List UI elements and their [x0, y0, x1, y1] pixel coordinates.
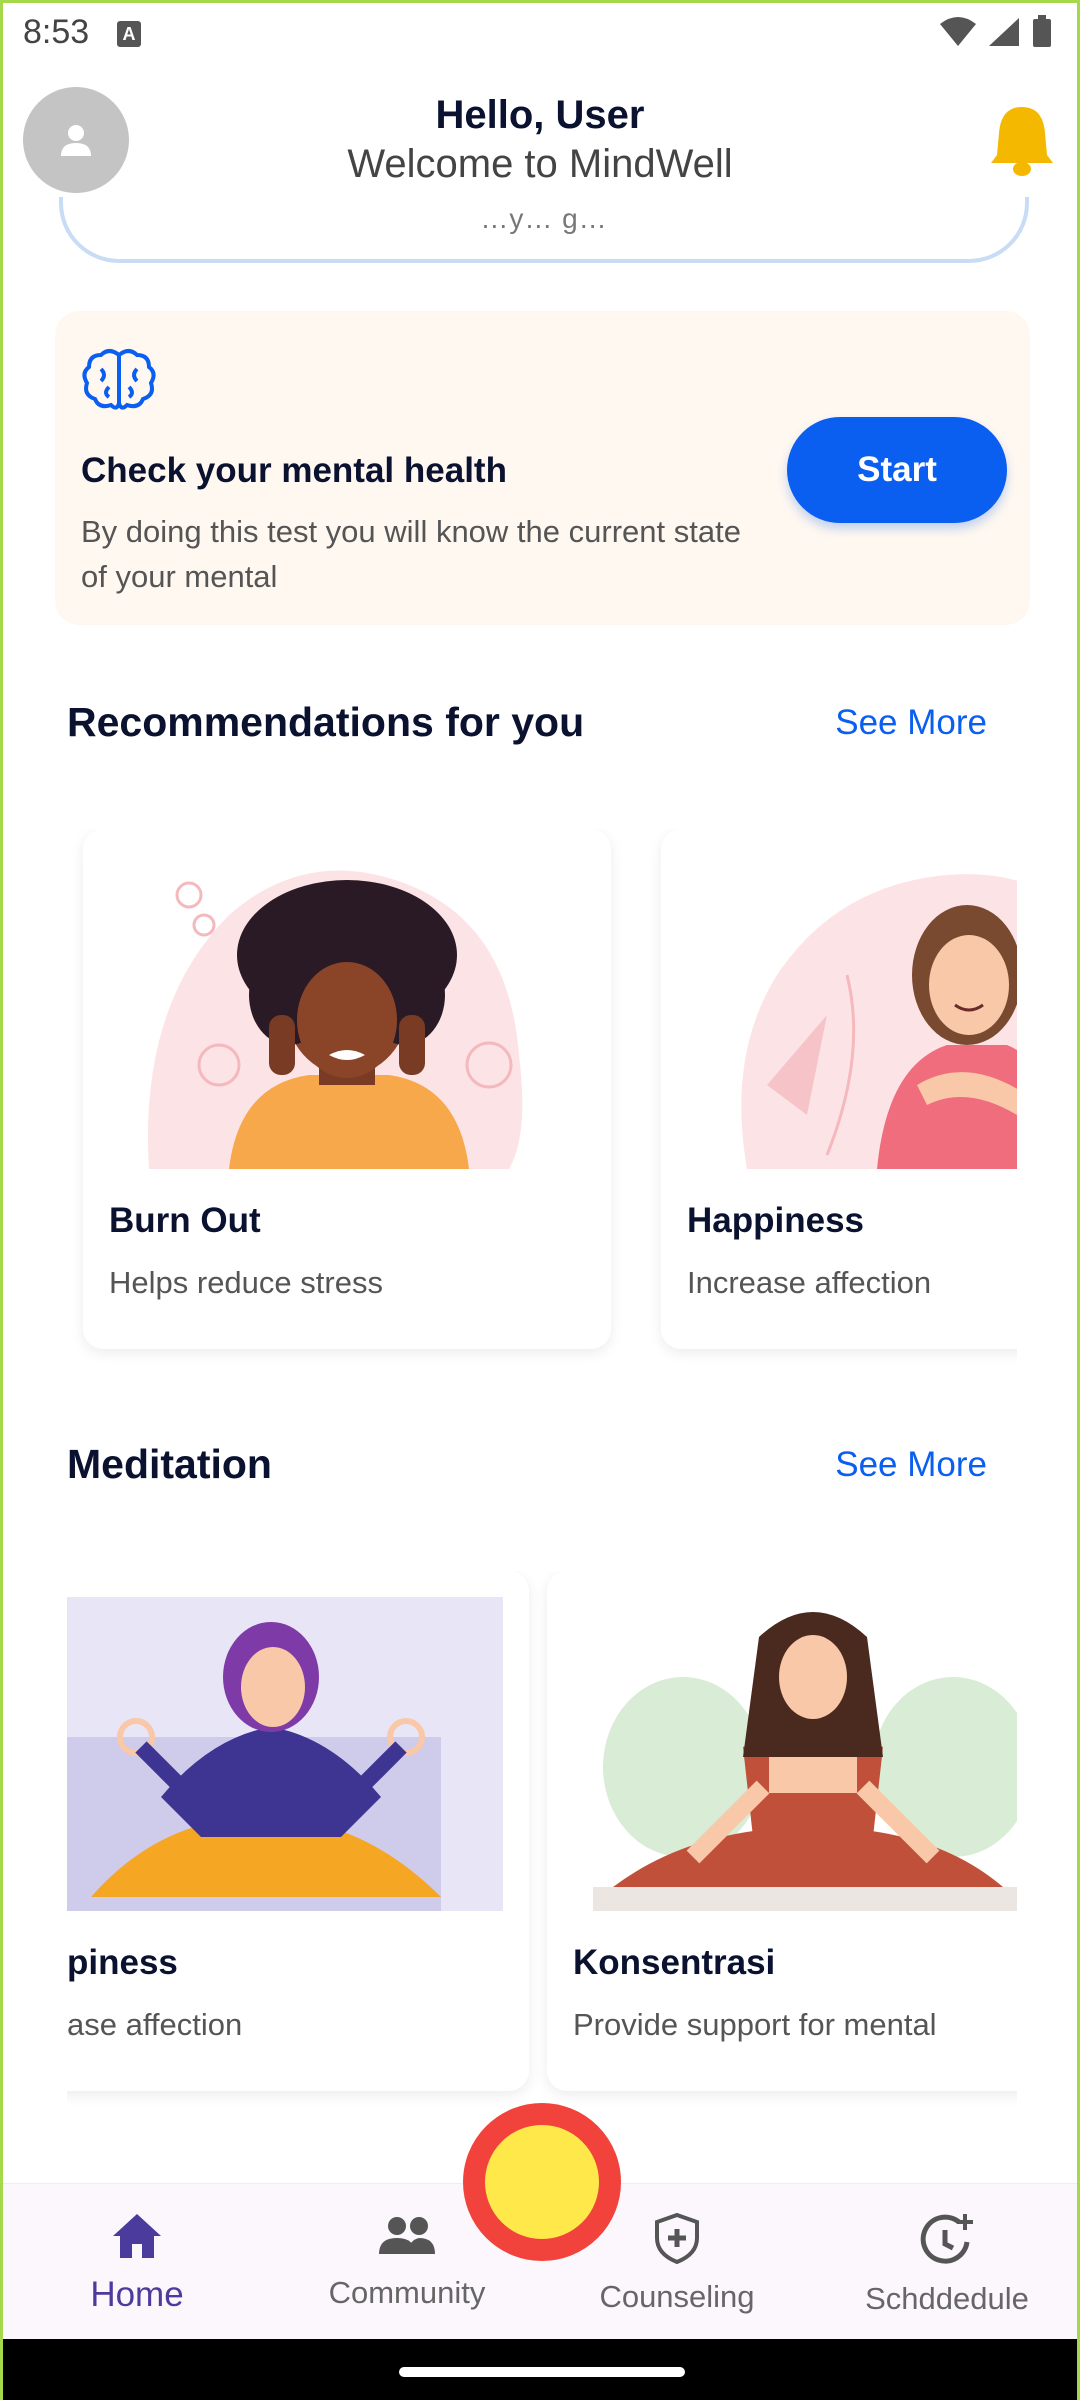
home-gesture-handle[interactable]: [399, 2367, 685, 2377]
app-frame: 8:53 A …y… g… Hello, User Welcome to Min…: [0, 0, 1080, 2400]
bell-icon[interactable]: [989, 103, 1055, 179]
konsentrasi-illustration: [573, 1597, 1017, 1911]
greeting-block: Hello, User Welcome to MindWell: [3, 93, 1077, 187]
signal-icon: [989, 18, 1019, 46]
nav-item-schedule[interactable]: Schddedule: [837, 2212, 1057, 2317]
status-icons: [939, 15, 1053, 49]
meditation-card-happiness[interactable]: piness ase affection: [67, 1571, 529, 2091]
nav-label: Counseling: [599, 2279, 755, 2314]
notification-a-icon: A: [117, 21, 141, 47]
meditation-see-more-link[interactable]: See More: [835, 1445, 987, 1485]
meditation-happiness-illustration: [67, 1597, 503, 1911]
recommendation-card-burn-out[interactable]: Burn Out Helps reduce stress: [83, 829, 611, 1349]
recommendations-carousel[interactable]: Burn Out Helps reduce stress Happiness I…: [67, 829, 1017, 1369]
nav-label: Community: [328, 2275, 486, 2310]
card-subtitle: Increase affection: [687, 1265, 932, 1300]
search-partial-text: …y… g…: [480, 203, 608, 234]
greeting-title: Hello, User: [435, 93, 645, 137]
floating-action-button[interactable]: [463, 2103, 621, 2261]
card-subtitle: ase affection: [67, 2007, 243, 2042]
mental-test-description: By doing this test you will know the cur…: [81, 514, 741, 594]
card-title: Happiness: [687, 1201, 864, 1240]
mental-test-title: Check your mental health: [81, 451, 507, 490]
shield-plus-icon: [655, 2212, 699, 2265]
meditation-title: Meditation: [67, 1441, 272, 1487]
card-subtitle: Helps reduce stress: [109, 1265, 383, 1300]
recommendations-see-more-link[interactable]: See More: [835, 703, 987, 743]
card-title: Burn Out: [109, 1201, 261, 1240]
burn-out-illustration: [109, 855, 585, 1169]
mental-test-card: Check your mental health By doing this t…: [55, 311, 1030, 625]
wifi-icon: [940, 17, 976, 46]
people-icon: [379, 2217, 435, 2254]
happiness-illustration: [687, 855, 1017, 1169]
meditation-carousel[interactable]: piness ase affection Konsentrasi Provide…: [67, 1571, 1017, 2111]
recommendations-title: Recommendations for you: [67, 699, 585, 745]
clock-plus-icon: [920, 2214, 973, 2264]
battery-icon: [1033, 15, 1051, 47]
nav-label: Schddedule: [865, 2281, 1029, 2316]
nav-label: Home: [90, 2275, 184, 2314]
nav-item-home[interactable]: Home: [27, 2212, 247, 2315]
meditation-header: Meditation See More: [67, 1441, 987, 1488]
recommendation-card-happiness[interactable]: Happiness Increase affection: [661, 829, 1017, 1349]
card-subtitle: Provide support for mental: [573, 2007, 937, 2042]
meditation-card-konsentrasi[interactable]: Konsentrasi Provide support for mental: [547, 1571, 1017, 2091]
status-bar: 8:53 A: [3, 3, 1077, 67]
status-time: 8:53: [23, 13, 90, 51]
system-navigation-bar: [3, 2339, 1077, 2400]
start-button[interactable]: Start: [787, 417, 1007, 523]
top-header: Hello, User Welcome to MindWell: [3, 67, 1077, 197]
card-title: piness: [67, 1943, 178, 1982]
home-icon: [113, 2214, 161, 2258]
welcome-subtitle: Welcome to MindWell: [347, 142, 733, 186]
recommendations-header: Recommendations for you See More: [67, 699, 987, 746]
card-title: Konsentrasi: [573, 1943, 776, 1982]
brain-icon: [82, 349, 156, 410]
